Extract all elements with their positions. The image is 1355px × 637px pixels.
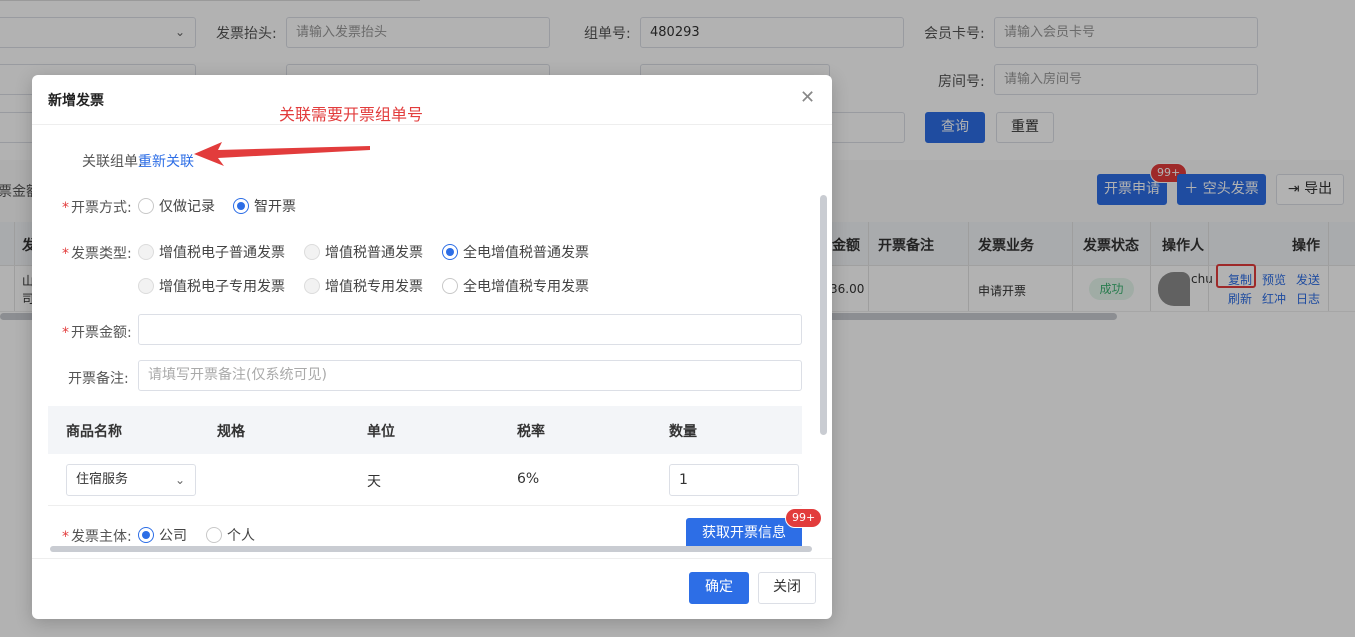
invoice-amount-input[interactable] xyxy=(138,314,802,345)
method-radio-record-only[interactable]: 仅做记录 xyxy=(138,196,215,216)
goods-table: 商品名称 规格 单位 税率 数量 住宿服务 ⌄ 天 6% 1 xyxy=(48,406,802,506)
goods-name-select[interactable]: 住宿服务 ⌄ xyxy=(66,464,196,496)
fetch-info-badge: 99+ xyxy=(785,508,823,528)
goods-header-name: 商品名称 xyxy=(66,424,122,440)
type-radio-full-e-special[interactable]: 全电增值税专用发票 xyxy=(442,276,589,296)
table-row: 住宿服务 ⌄ 天 6% 1 xyxy=(48,454,802,506)
invoice-method-label: * 开票方式: xyxy=(62,200,132,216)
type-radio-vat-special[interactable]: 增值税专用发票 xyxy=(304,276,423,296)
goods-header-tax-rate: 税率 xyxy=(517,424,545,440)
relink-order-link[interactable]: 重新关联 xyxy=(138,151,194,171)
invoice-type-label: * 发票类型: xyxy=(62,246,132,262)
close-button[interactable]: 关闭 xyxy=(758,572,816,604)
invoice-remark-label: 开票备注: xyxy=(68,371,129,387)
goods-tax-rate: 6% xyxy=(517,471,540,487)
related-order-label: 关联组单: xyxy=(82,154,143,170)
close-icon[interactable]: ✕ xyxy=(800,89,815,107)
subject-radio-company[interactable]: 公司 xyxy=(138,525,187,545)
annotation-text: 关联需要开票组单号 xyxy=(279,105,424,124)
method-radio-smart[interactable]: 智开票 xyxy=(233,196,296,216)
type-radio-vat-e-special[interactable]: 增值税电子专用发票 xyxy=(138,276,285,296)
goods-table-header: 商品名称 规格 单位 税率 数量 xyxy=(48,406,802,454)
goods-header-unit: 单位 xyxy=(367,424,395,440)
type-radio-vat-normal[interactable]: 增值税普通发票 xyxy=(304,242,423,262)
subject-radio-personal[interactable]: 个人 xyxy=(206,525,255,545)
confirm-button[interactable]: 确定 xyxy=(689,572,749,604)
dialog-title: 新增发票 xyxy=(48,93,104,109)
goods-header-quantity: 数量 xyxy=(669,424,697,440)
type-radio-vat-e-normal[interactable]: 增值税电子普通发票 xyxy=(138,242,285,262)
invoice-subject-label: * 发票主体: xyxy=(62,529,132,545)
dialog-horizontal-scrollbar[interactable] xyxy=(50,546,812,552)
goods-quantity-input[interactable]: 1 xyxy=(669,464,799,496)
invoice-remark-input[interactable]: 请填写开票备注(仅系统可见) xyxy=(138,360,802,391)
annotation-arrow-icon xyxy=(194,142,370,166)
goods-header-spec: 规格 xyxy=(217,424,245,440)
dialog-body: 关联组单: 重新关联 * 开票方式: 仅做记录 智开票 * 发票类型: 增值税电子普… xyxy=(32,125,832,558)
invoice-amount-label: * 开票金额: xyxy=(62,325,132,341)
goods-unit: 天 xyxy=(367,474,381,490)
add-invoice-dialog: 新增发票 ✕ 关联组单: 重新关联 * 开票方式: 仅做记录 智开票 * 发票类型:… xyxy=(32,75,832,619)
type-radio-full-e-normal[interactable]: 全电增值税普通发票 xyxy=(442,242,589,262)
chevron-down-icon: ⌄ xyxy=(174,473,185,487)
dialog-vertical-scrollbar[interactable] xyxy=(820,195,827,435)
